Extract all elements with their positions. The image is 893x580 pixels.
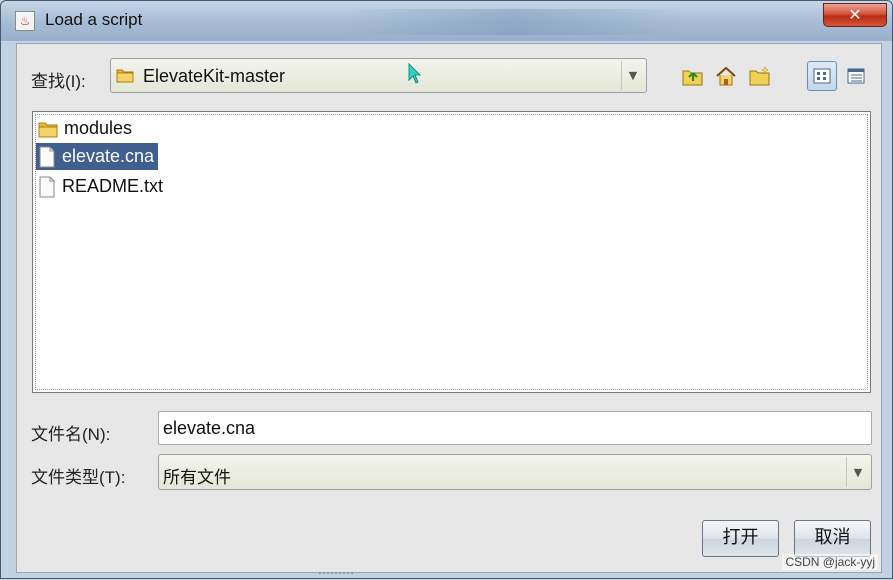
file-name-label: 文件名(N):	[31, 425, 111, 444]
file-name: elevate.cna	[62, 146, 155, 166]
list-item-folder[interactable]: modules	[36, 115, 136, 142]
up-folder-icon[interactable]	[680, 63, 706, 89]
list-item-selected[interactable]: elevate.cna	[36, 143, 159, 170]
look-in-combo[interactable]: ElevateKit-master ▼	[110, 58, 647, 93]
file-type-value: 所有文件	[163, 468, 231, 487]
list-item[interactable]: README.txt	[36, 173, 167, 200]
file-icon	[39, 146, 55, 167]
title-bar[interactable]: ♨ Load a script ✕	[1, 1, 892, 41]
look-in-label: 查找(I):	[31, 72, 86, 91]
file-icon	[39, 176, 55, 197]
details-view-icon[interactable]	[841, 61, 871, 91]
window-title: Load a script	[45, 10, 143, 29]
background-window-title	[341, 9, 686, 35]
file-name: README.txt	[62, 176, 164, 196]
open-button[interactable]: 打开	[702, 520, 779, 557]
list-view-icon[interactable]	[807, 61, 837, 91]
look-in-value: ElevateKit-master	[143, 66, 286, 86]
folder-icon	[116, 69, 134, 83]
close-button[interactable]: ✕	[823, 3, 887, 27]
file-name-input[interactable]: elevate.cna	[158, 411, 872, 445]
watermark: CSDN @jack-yyj	[782, 554, 878, 570]
java-app-icon: ♨	[15, 11, 35, 31]
file-name: modules	[64, 118, 133, 138]
mouse-cursor-icon	[408, 63, 422, 84]
cancel-button[interactable]: 取消	[794, 520, 871, 557]
load-script-dialog: ♨ Load a script ✕ 查找(I): ElevateKit-mast…	[0, 0, 893, 579]
file-type-combo[interactable]: 所有文件 ▼	[158, 454, 872, 490]
new-folder-icon[interactable]	[747, 63, 773, 89]
chevron-down-icon[interactable]: ▼	[846, 457, 869, 487]
file-list[interactable]: modules elevate.cna README.txt	[32, 111, 871, 393]
home-icon[interactable]	[713, 63, 739, 89]
file-type-label: 文件类型(T):	[31, 468, 126, 487]
chevron-down-icon[interactable]: ▼	[621, 61, 644, 90]
folder-icon	[38, 122, 58, 137]
